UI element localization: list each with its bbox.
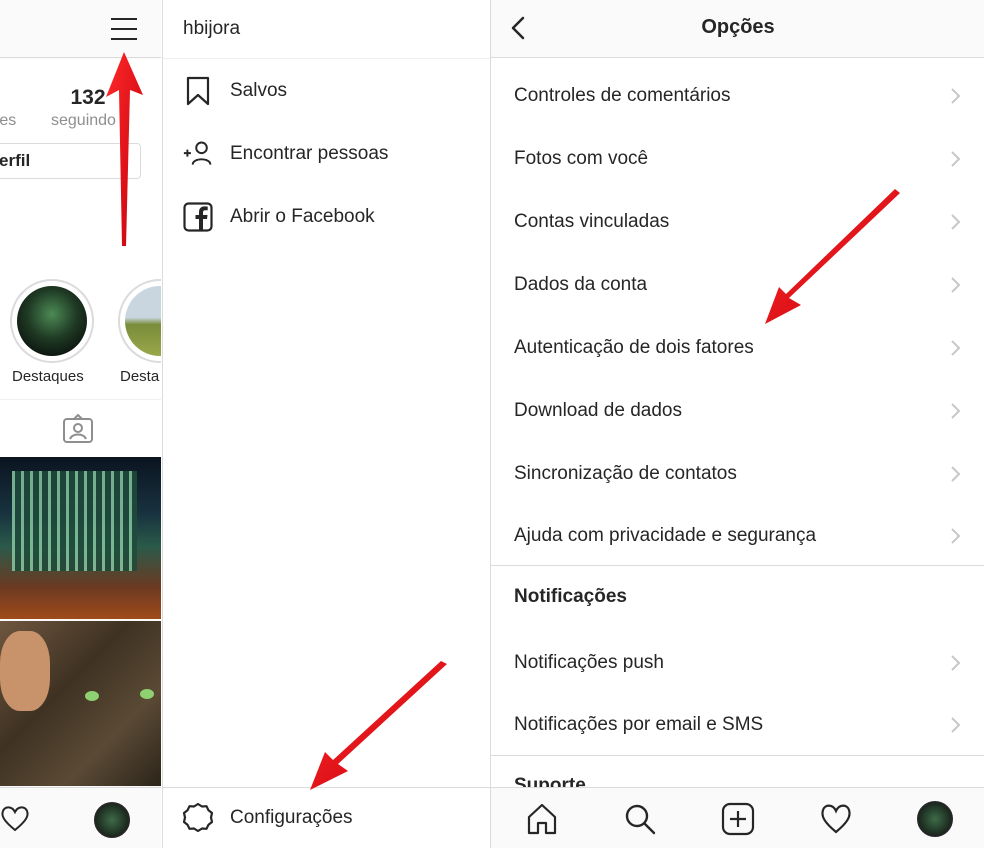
- chevron-right-icon: [951, 655, 961, 671]
- followers-label[interactable]: res: [0, 112, 16, 130]
- home-icon[interactable]: [525, 802, 559, 836]
- options-panel: Opções Controles de comentários Fotos co…: [490, 0, 984, 848]
- post-photo-selfie[interactable]: [0, 621, 161, 786]
- chevron-right-icon: [951, 214, 961, 230]
- option-download-data[interactable]: Download de dados: [491, 378, 984, 440]
- profile-panel: 132 res seguindo erfil Destaques Desta: [0, 0, 161, 848]
- settings-button[interactable]: Configurações: [163, 787, 491, 848]
- options-header: Opções: [491, 0, 984, 58]
- menu-item-find-people[interactable]: Encontrar pessoas: [163, 127, 491, 179]
- option-label: Autenticação de dois fatores: [514, 337, 754, 358]
- gear-icon: [182, 802, 214, 833]
- option-comment-controls[interactable]: Controles de comentários: [491, 63, 984, 125]
- option-label: Contas vinculadas: [514, 211, 670, 232]
- heart-icon[interactable]: [819, 802, 853, 836]
- option-photos-of-you[interactable]: Fotos com você: [491, 126, 984, 188]
- hamburger-menu-icon[interactable]: [109, 16, 139, 42]
- bookmark-icon: [186, 76, 210, 106]
- highlight-1-label: Destaques: [12, 368, 84, 385]
- option-label: Ajuda com privacidade e segurança: [514, 525, 817, 546]
- menu-item-find-people-label: Encontrar pessoas: [230, 143, 389, 164]
- bottom-tab-bar: [491, 787, 984, 848]
- menu-item-saved-label: Salvos: [230, 80, 288, 101]
- highlight-1[interactable]: [10, 279, 94, 363]
- menu-item-open-facebook-label: Abrir o Facebook: [230, 206, 375, 227]
- side-menu-panel: hbijora Salvos Encontrar pessoas Abrir o…: [162, 0, 491, 848]
- following-label[interactable]: seguindo: [51, 112, 116, 130]
- option-linked-accounts[interactable]: Contas vinculadas: [491, 189, 984, 251]
- profile-top-bar: [0, 0, 161, 58]
- chevron-right-icon: [951, 528, 961, 544]
- option-label: Controles de comentários: [514, 85, 731, 106]
- heart-icon[interactable]: [0, 804, 30, 832]
- edit-profile-button[interactable]: erfil: [0, 143, 141, 179]
- option-privacy-security-help[interactable]: Ajuda com privacidade e segurança: [491, 503, 984, 565]
- section-divider: [491, 565, 984, 566]
- option-two-factor-auth[interactable]: Autenticação de dois fatores: [491, 315, 984, 377]
- option-account-data[interactable]: Dados da conta: [491, 252, 984, 314]
- post-photo-building[interactable]: [0, 457, 161, 619]
- chevron-right-icon: [951, 717, 961, 733]
- options-title: Opções: [701, 16, 775, 38]
- search-icon[interactable]: [623, 802, 657, 836]
- section-divider: [491, 755, 984, 756]
- tagged-photos-icon[interactable]: [62, 414, 94, 444]
- settings-label: Configurações: [230, 807, 353, 828]
- option-push-notifications[interactable]: Notificações push: [491, 630, 984, 692]
- facebook-icon: [183, 202, 213, 232]
- option-label: Fotos com você: [514, 148, 649, 169]
- option-contact-sync[interactable]: Sincronização de contatos: [491, 441, 984, 503]
- highlight-2-label: Desta: [120, 368, 160, 385]
- menu-item-saved[interactable]: Salvos: [163, 64, 491, 116]
- option-label: Download de dados: [514, 400, 682, 421]
- add-person-icon: [183, 141, 212, 165]
- chevron-right-icon: [951, 403, 961, 419]
- option-label: Notificações push: [514, 652, 664, 673]
- following-count[interactable]: 132: [58, 86, 118, 110]
- notifications-section-title: Notificações: [514, 586, 627, 607]
- option-email-sms-notifications[interactable]: Notificações por email e SMS: [491, 692, 984, 754]
- menu-item-open-facebook[interactable]: Abrir o Facebook: [163, 190, 491, 242]
- new-post-icon[interactable]: [721, 802, 755, 836]
- chevron-right-icon: [951, 340, 961, 356]
- menu-divider: [163, 58, 491, 59]
- tagged-tab-bar: [0, 399, 161, 457]
- profile-avatar-icon[interactable]: [94, 802, 130, 838]
- option-label: Sincronização de contatos: [514, 463, 737, 484]
- profile-tab-bar: [0, 787, 161, 848]
- profile-avatar-icon[interactable]: [917, 801, 953, 837]
- chevron-right-icon: [951, 466, 961, 482]
- chevron-right-icon: [951, 277, 961, 293]
- chevron-right-icon: [951, 88, 961, 104]
- option-label: Notificações por email e SMS: [514, 714, 764, 735]
- option-label: Dados da conta: [514, 274, 648, 295]
- menu-username: hbijora: [183, 18, 241, 39]
- edit-profile-label: erfil: [0, 151, 31, 170]
- chevron-right-icon: [951, 151, 961, 167]
